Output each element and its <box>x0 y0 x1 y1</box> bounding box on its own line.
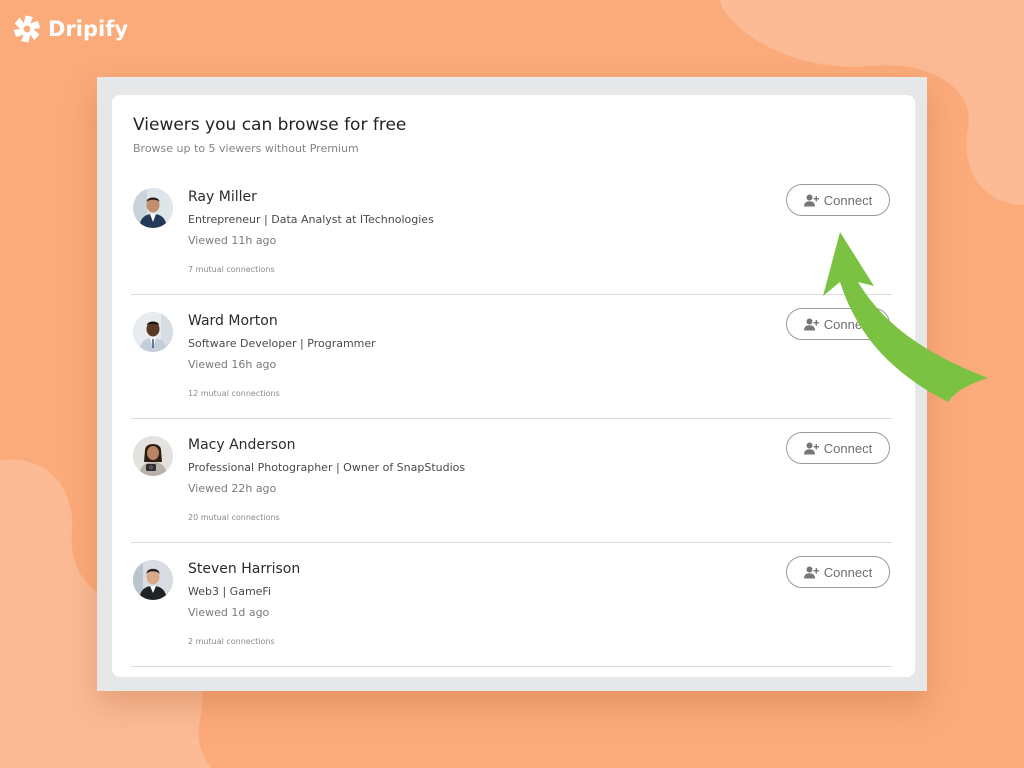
add-person-icon <box>803 318 819 330</box>
viewer-headline: Web3 | GameFi <box>188 585 272 598</box>
viewer-name[interactable]: Ray Miller <box>188 189 257 205</box>
connect-label: Connect <box>823 192 873 208</box>
person-avatar-icon <box>133 560 173 600</box>
person-avatar-icon <box>133 188 173 228</box>
connect-label: Connect <box>823 316 873 332</box>
viewer-row: Ray Miller Entrepreneur | Data Analyst a… <box>131 171 892 295</box>
viewed-time: Viewed 1d ago <box>188 606 270 619</box>
viewed-time: Viewed 22h ago <box>188 482 277 495</box>
viewer-headline: Entrepreneur | Data Analyst at ITechnolo… <box>188 213 434 226</box>
add-person-icon <box>803 194 819 206</box>
viewed-time: Viewed 11h ago <box>188 234 277 247</box>
viewer-name[interactable]: Steven Harrison <box>188 561 300 577</box>
connect-label: Connect <box>823 440 873 456</box>
connect-button[interactable]: Connect <box>786 556 890 588</box>
viewed-time: Viewed 16h ago <box>188 358 277 371</box>
viewer-list: Ray Miller Entrepreneur | Data Analyst a… <box>112 171 915 667</box>
panel-subtitle: Browse up to 5 viewers without Premium <box>133 142 359 155</box>
mutual-connections[interactable]: 20 mutual connections <box>188 513 280 522</box>
mutual-connections[interactable]: 7 mutual connections <box>188 265 275 274</box>
connect-button[interactable]: Connect <box>786 308 890 340</box>
viewers-panel: Viewers you can browse for free Browse u… <box>112 95 915 677</box>
connect-button[interactable]: Connect <box>786 184 890 216</box>
viewer-name[interactable]: Macy Anderson <box>188 437 296 453</box>
viewer-row: Ward Morton Software Developer | Program… <box>131 295 892 419</box>
avatar[interactable] <box>133 560 173 600</box>
person-avatar-icon <box>133 436 173 476</box>
add-person-icon <box>803 566 819 578</box>
brand-logo[interactable]: Dripify <box>12 13 128 45</box>
mutual-connections[interactable]: 2 mutual connections <box>188 637 275 646</box>
avatar[interactable] <box>133 312 173 352</box>
mutual-connections[interactable]: 12 mutual connections <box>188 389 280 398</box>
person-avatar-icon <box>133 312 173 352</box>
viewer-headline: Software Developer | Programmer <box>188 337 376 350</box>
aperture-logo-icon <box>13 15 41 43</box>
viewer-row: Macy Anderson Professional Photographer … <box>131 419 892 543</box>
viewer-name[interactable]: Ward Morton <box>188 313 278 329</box>
add-person-icon <box>803 442 819 454</box>
avatar[interactable] <box>133 436 173 476</box>
avatar[interactable] <box>133 188 173 228</box>
brand-name: Dripify <box>48 17 129 41</box>
connect-button[interactable]: Connect <box>786 432 890 464</box>
panel-title: Viewers you can browse for free <box>133 115 407 135</box>
viewer-headline: Professional Photographer | Owner of Sna… <box>188 461 466 474</box>
connect-label: Connect <box>823 564 873 580</box>
viewer-row: Steven Harrison Web3 | GameFi Viewed 1d … <box>131 543 892 667</box>
